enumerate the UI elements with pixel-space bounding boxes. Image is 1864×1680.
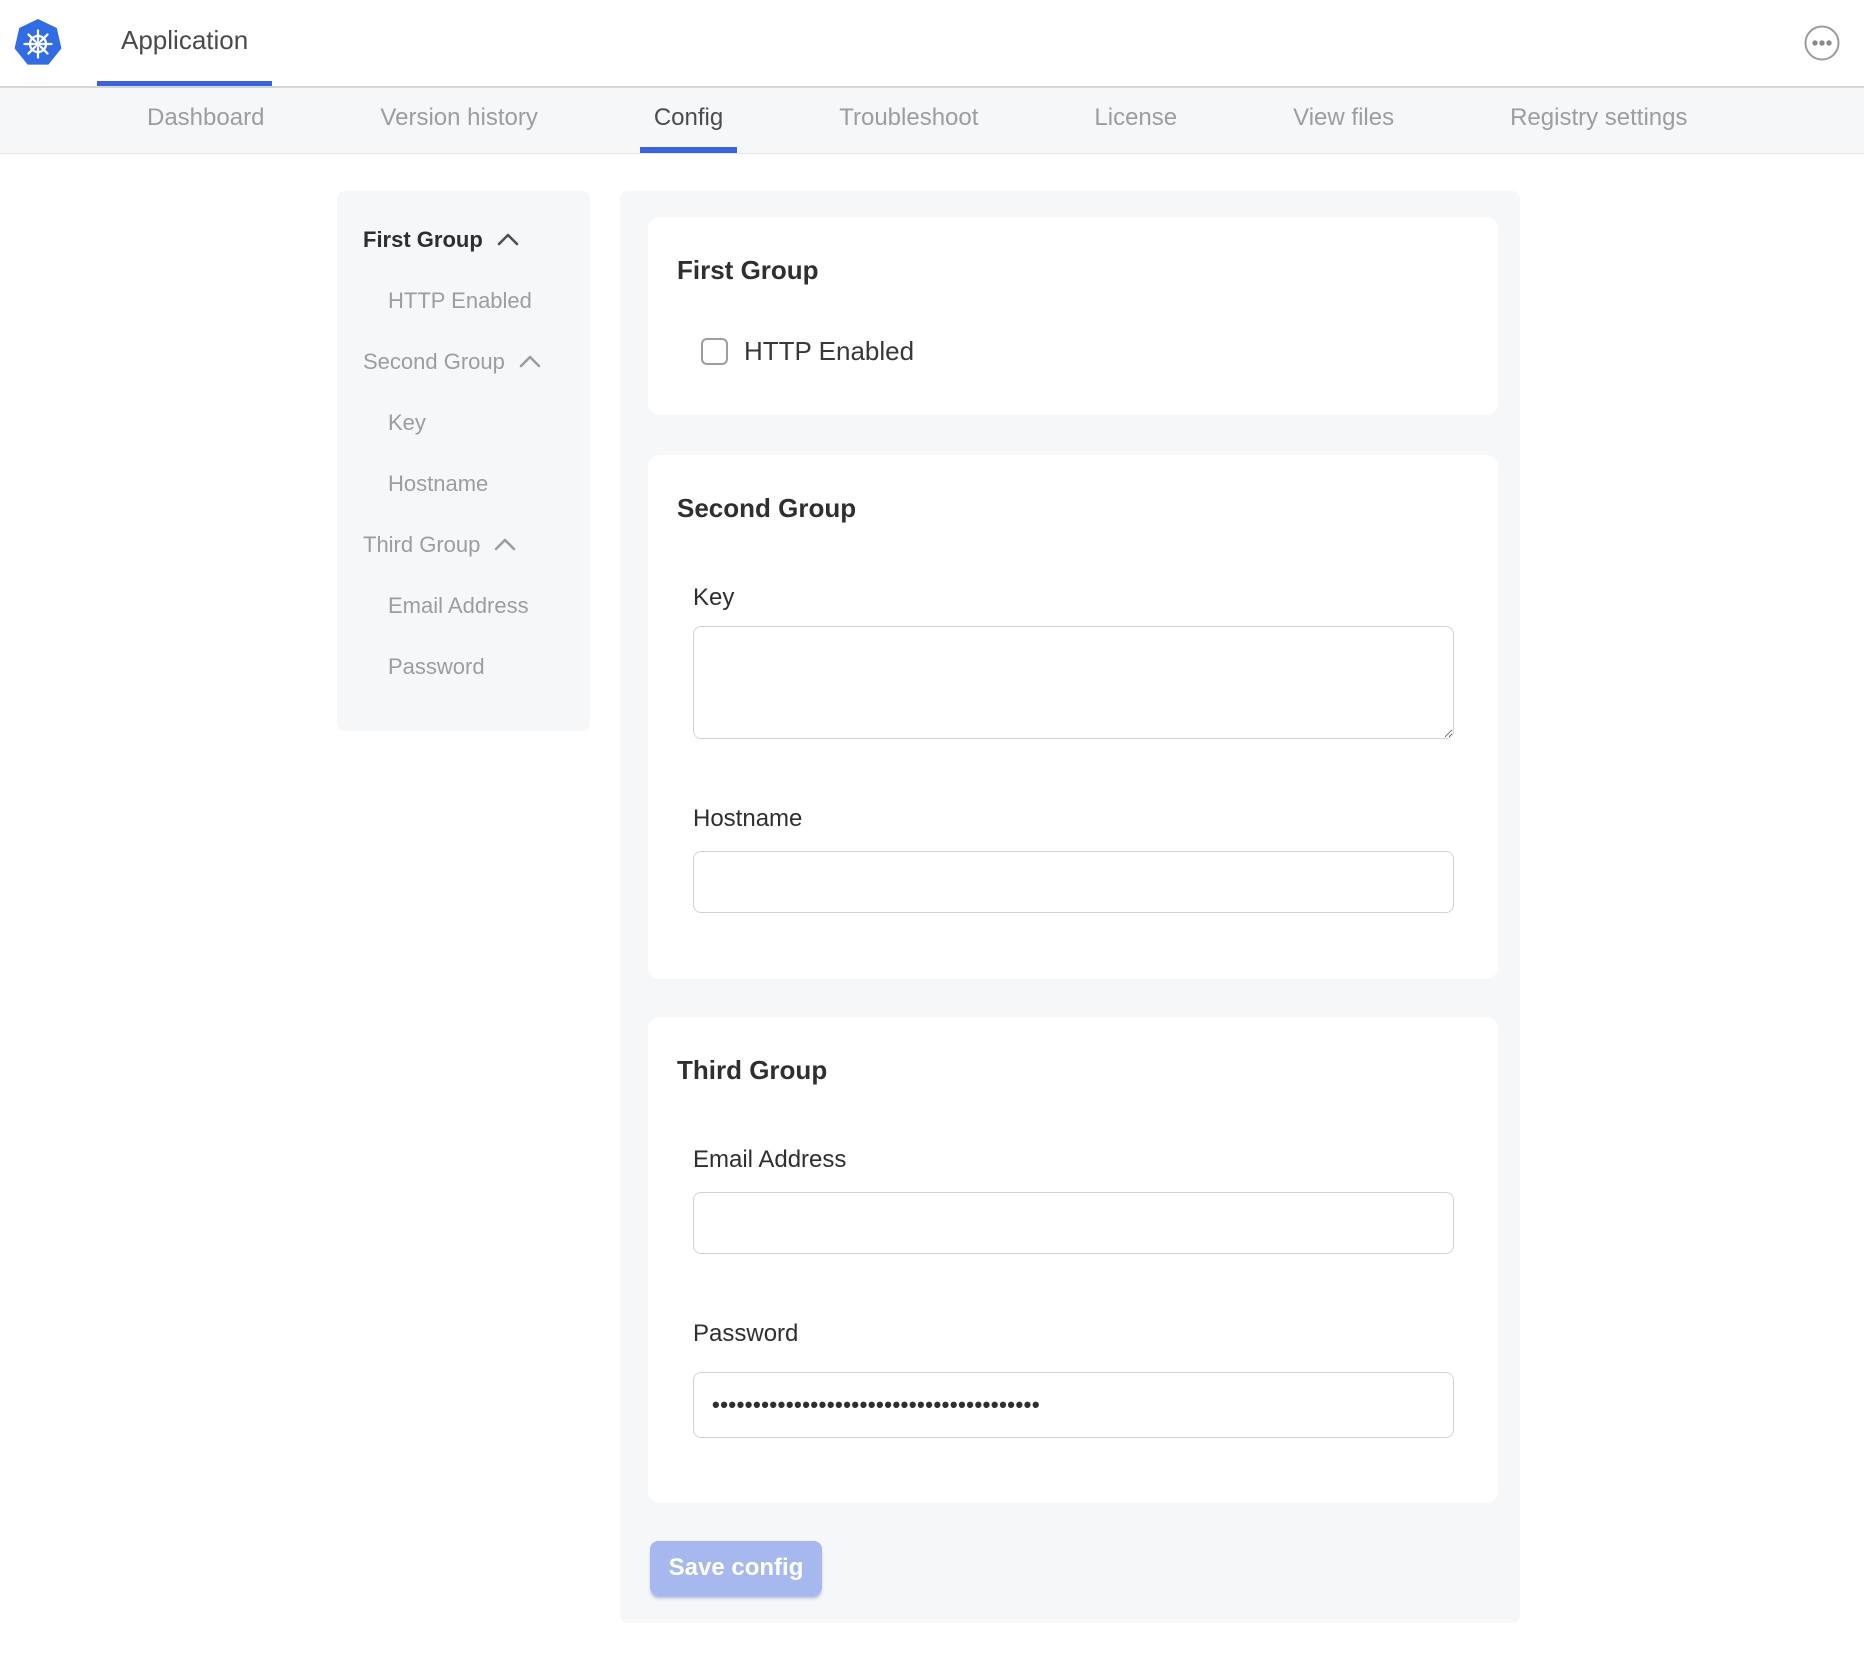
password-field: Password	[693, 1320, 1454, 1438]
nav-tabbar: Dashboard Version history Config Trouble…	[0, 88, 1864, 154]
password-label: Password	[693, 1320, 1454, 1348]
key-label: Key	[693, 584, 1454, 612]
hostname-label: Hostname	[693, 805, 1454, 833]
kubernetes-logo-icon	[13, 18, 63, 68]
key-field: Key	[693, 584, 1454, 739]
sidebar-group-label: Second Group	[363, 349, 505, 375]
tab-version-history[interactable]: Version history	[366, 88, 551, 153]
tab-registry-settings[interactable]: Registry settings	[1496, 88, 1701, 153]
group-title-third: Third Group	[677, 1055, 1498, 1086]
sidebar-item-hostname[interactable]: Hostname	[337, 453, 590, 514]
key-textarea[interactable]	[693, 626, 1454, 739]
app-header: Application	[0, 0, 1864, 88]
email-field: Email Address	[693, 1146, 1454, 1254]
tab-troubleshoot[interactable]: Troubleshoot	[825, 88, 992, 153]
chevron-up-icon	[519, 355, 541, 368]
tab-dashboard[interactable]: Dashboard	[133, 88, 278, 153]
http-enabled-row: HTTP Enabled	[701, 336, 1498, 367]
tab-license[interactable]: License	[1080, 88, 1191, 153]
config-sidebar: First Group HTTP Enabled Second Group Ke…	[337, 191, 590, 731]
sidebar-item-http-enabled[interactable]: HTTP Enabled	[337, 270, 590, 331]
sidebar-group-second-group[interactable]: Second Group	[337, 331, 590, 392]
sidebar-item-email-address[interactable]: Email Address	[337, 575, 590, 636]
config-group-card-first: First Group HTTP Enabled	[648, 217, 1498, 415]
logo-container	[13, 0, 63, 86]
sidebar-group-first-group[interactable]: First Group	[337, 209, 590, 270]
hostname-field: Hostname	[693, 805, 1454, 913]
save-config-button[interactable]: Save config	[650, 1541, 822, 1595]
chevron-up-icon	[494, 538, 516, 551]
sidebar-item-password[interactable]: Password	[337, 636, 590, 697]
sidebar-item-key[interactable]: Key	[337, 392, 590, 453]
sidebar-group-third-group[interactable]: Third Group	[337, 514, 590, 575]
sidebar-group-label: First Group	[363, 227, 483, 253]
email-address-input[interactable]	[693, 1192, 1454, 1254]
ellipsis-icon	[1804, 25, 1840, 61]
app-title-tab[interactable]: Application	[97, 0, 272, 86]
config-panel: First Group HTTP Enabled Second Group Ke…	[620, 191, 1520, 1623]
chevron-up-icon	[497, 233, 519, 246]
email-address-label: Email Address	[693, 1146, 1454, 1174]
group-title-first: First Group	[677, 255, 1498, 286]
http-enabled-checkbox[interactable]	[701, 338, 728, 365]
config-page: First Group HTTP Enabled Second Group Ke…	[337, 191, 1864, 1623]
http-enabled-label[interactable]: HTTP Enabled	[744, 336, 914, 367]
tab-config[interactable]: Config	[640, 88, 737, 153]
group-title-second: Second Group	[677, 493, 1498, 524]
config-group-card-third: Third Group Email Address Password	[648, 1017, 1498, 1503]
sidebar-group-label: Third Group	[363, 532, 480, 558]
hostname-input[interactable]	[693, 851, 1454, 913]
config-group-card-second: Second Group Key Hostname	[648, 455, 1498, 979]
password-input[interactable]	[693, 1372, 1454, 1438]
more-menu-button[interactable]	[1802, 24, 1842, 64]
app-title: Application	[121, 25, 248, 56]
tab-view-files[interactable]: View files	[1279, 88, 1408, 153]
